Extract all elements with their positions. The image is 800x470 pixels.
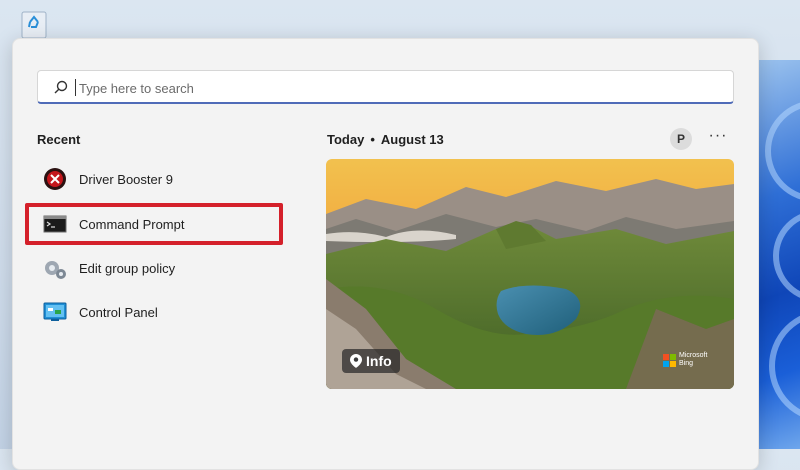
microsoft-logo-icon (663, 353, 676, 367)
account-avatar[interactable]: P (670, 128, 692, 150)
separator-dot: • (370, 132, 375, 147)
recycle-bin-icon[interactable] (16, 6, 52, 40)
recent-item-edit-group-policy[interactable]: Edit group policy (43, 251, 283, 285)
text-cursor (75, 79, 76, 96)
highlight-frame (25, 203, 283, 245)
start-menu: Recent Driver Booster 9 Command Prompt (12, 38, 759, 470)
brand-line-2: Bing (679, 360, 694, 367)
brand-line-1: Microsoft (679, 352, 708, 359)
microsoft-bing-logo: Microsoft Bing (663, 352, 707, 368)
bing-image-card[interactable]: Info Microsoft Bing (326, 159, 734, 389)
search-input[interactable] (77, 76, 681, 100)
location-pin-icon (350, 354, 362, 368)
control-panel-icon (43, 300, 67, 324)
recent-item-label: Control Panel (79, 304, 158, 320)
driver-booster-icon (43, 167, 67, 191)
today-header: Today • August 13 (327, 132, 444, 147)
search-icon (54, 80, 68, 94)
recent-item-label: Driver Booster 9 (79, 171, 173, 187)
info-label: Info (366, 353, 392, 369)
search-box[interactable] (37, 70, 734, 104)
today-date: August 13 (380, 132, 444, 147)
today-label: Today (327, 132, 365, 147)
recent-item-control-panel[interactable]: Control Panel (43, 295, 283, 329)
recent-item-label: Edit group policy (79, 260, 176, 276)
recent-item-driver-booster[interactable]: Driver Booster 9 (43, 162, 283, 196)
group-policy-icon (43, 256, 67, 280)
recent-heading: Recent (37, 132, 81, 147)
info-button[interactable]: Info (342, 349, 400, 373)
desktop-wallpaper (755, 60, 800, 449)
more-options-button[interactable]: ··· (707, 127, 729, 149)
